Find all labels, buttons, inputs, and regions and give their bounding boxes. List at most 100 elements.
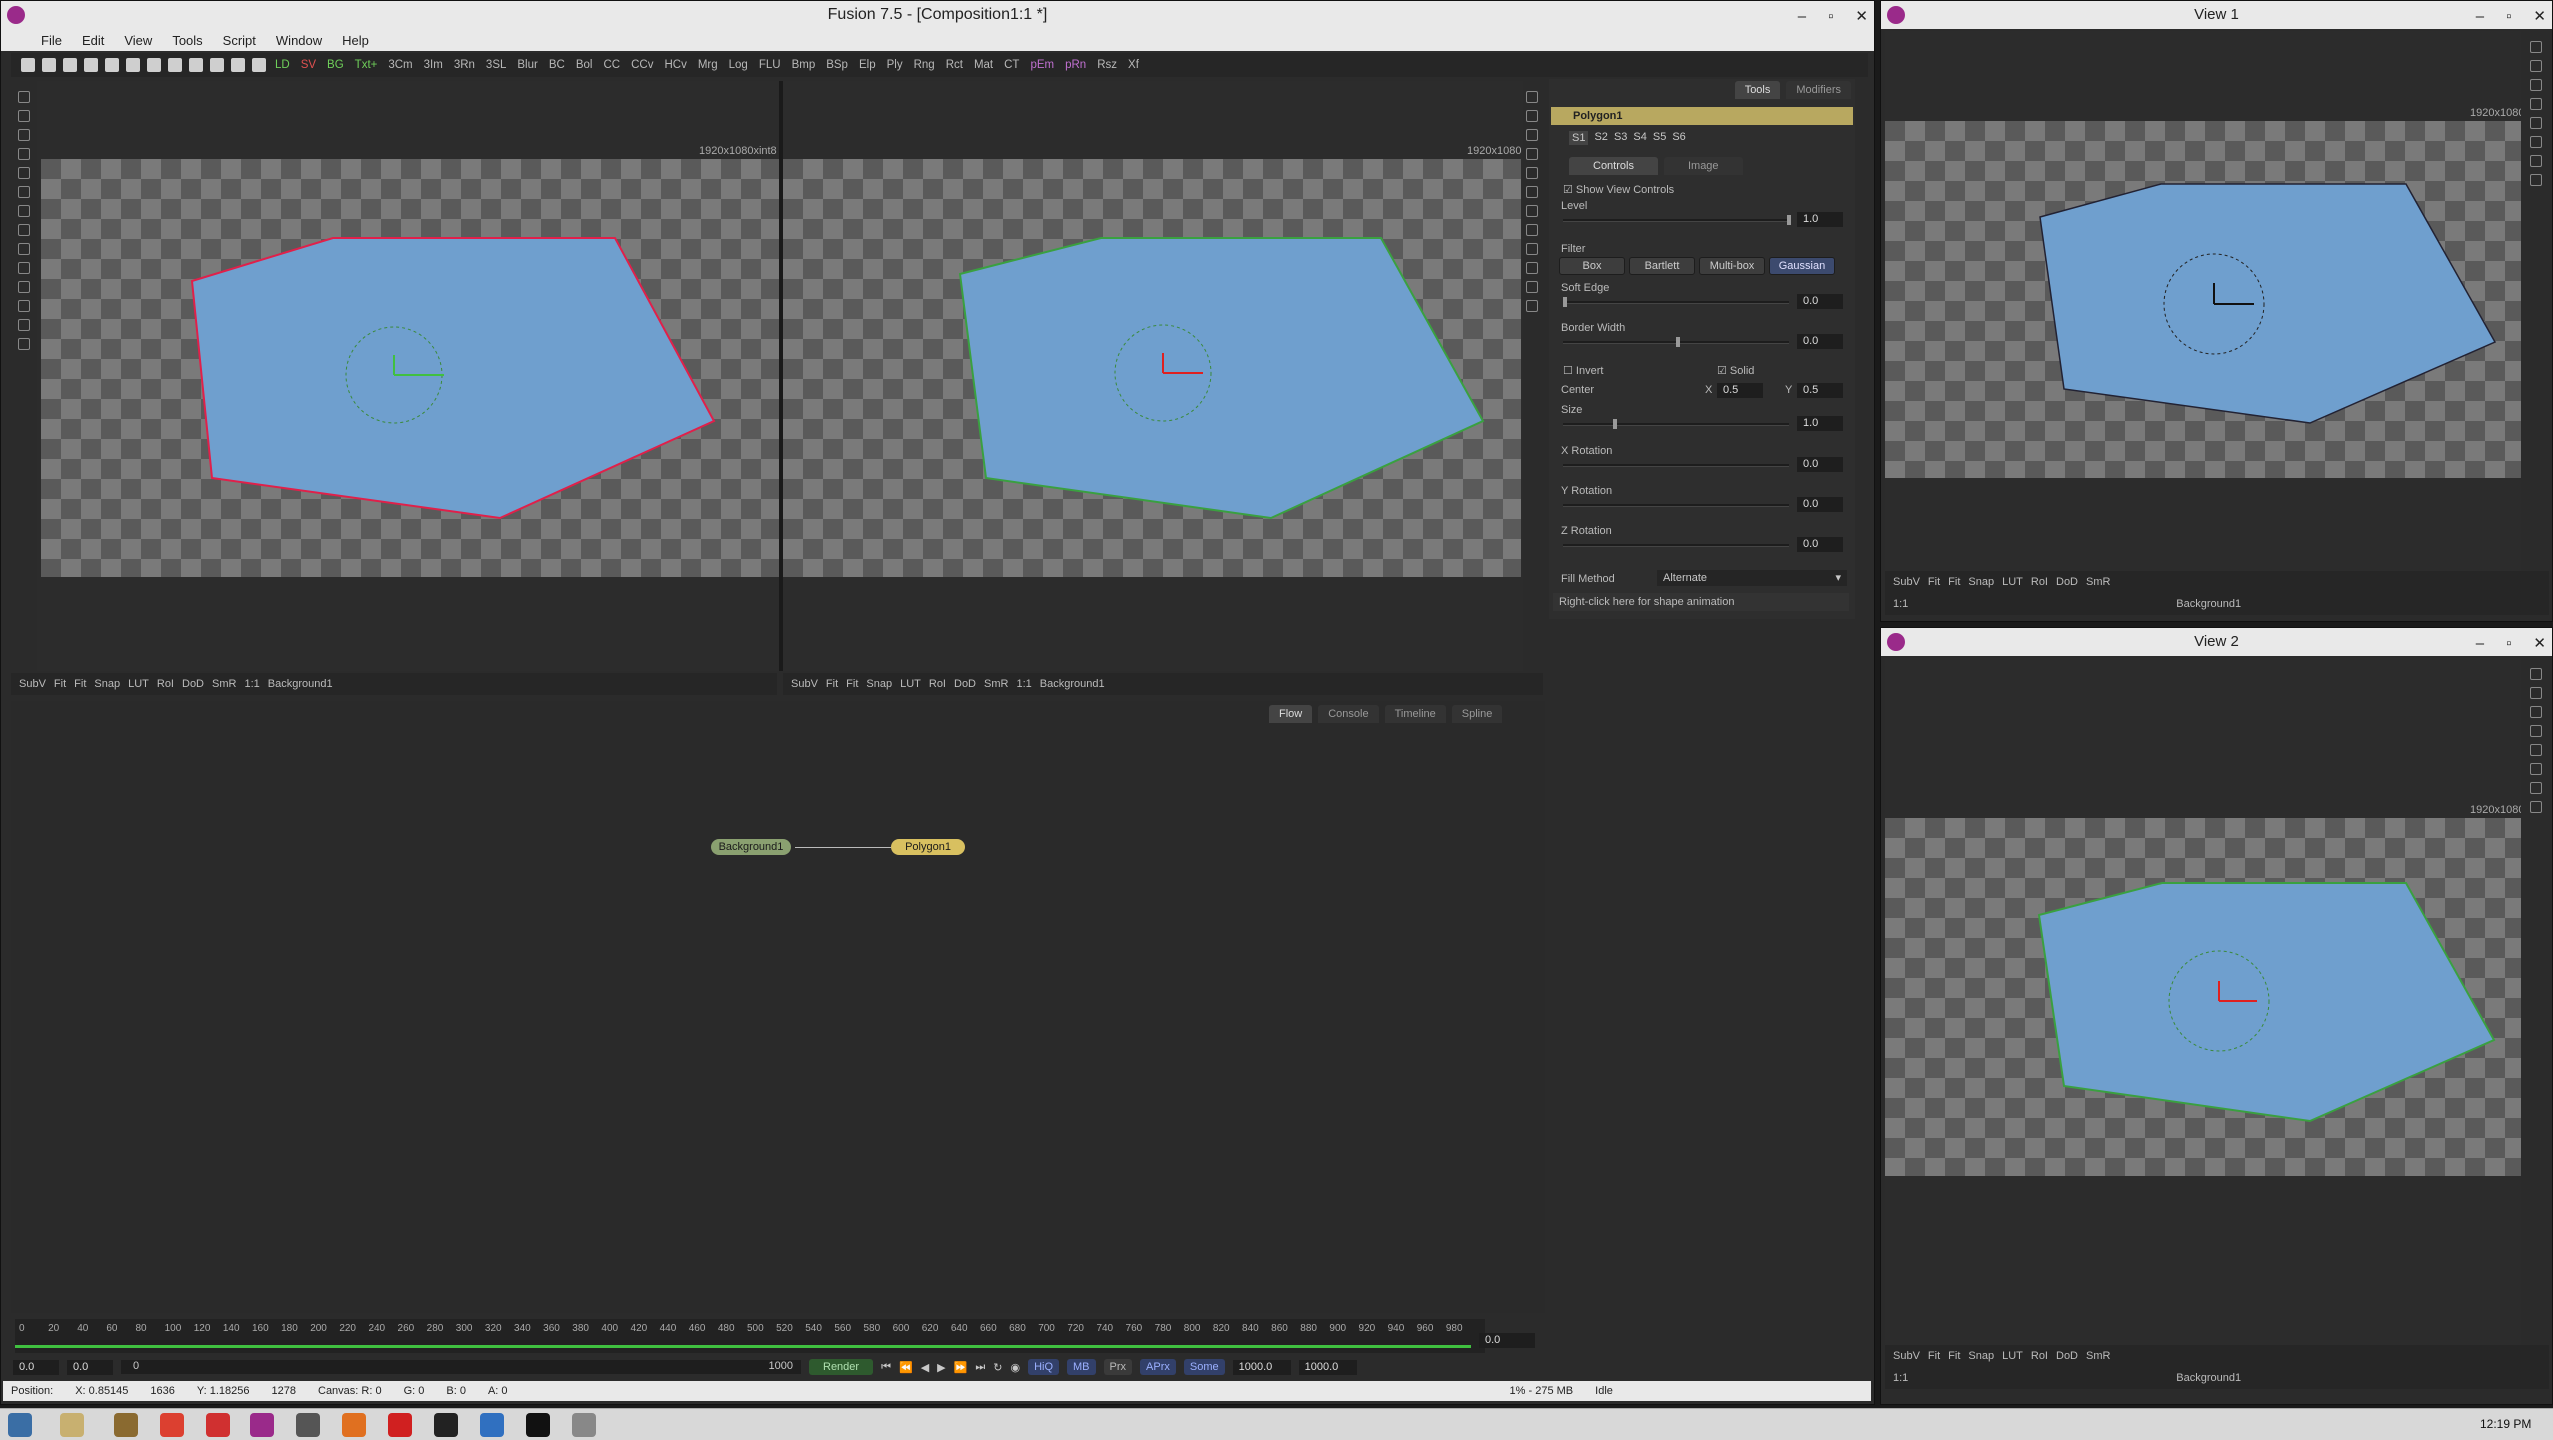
app-icon[interactable] xyxy=(434,1413,458,1437)
view2-viewer[interactable]: 1920x1080 xyxy=(1885,658,2521,1348)
toolbar-button-bc[interactable]: BC xyxy=(545,57,569,73)
roi-button[interactable]: RoI xyxy=(2031,1350,2048,1362)
toolbar-button-3sl[interactable]: 3SL xyxy=(482,57,510,73)
polygon-icon[interactable] xyxy=(18,186,30,198)
select-icon[interactable] xyxy=(2530,706,2542,718)
polygon-icon[interactable] xyxy=(1526,186,1538,198)
filter-multibox-button[interactable]: Multi-box xyxy=(1699,257,1765,275)
z-rotation-slider[interactable] xyxy=(1563,544,1789,547)
pen-icon[interactable] xyxy=(1526,110,1538,122)
select-icon[interactable] xyxy=(2530,79,2542,91)
terminal-icon[interactable] xyxy=(526,1413,550,1437)
shape-tab-s6[interactable]: S6 xyxy=(1672,131,1685,145)
viewer-source-dropdown[interactable]: Background1 xyxy=(268,678,333,690)
snap-dropdown[interactable]: Snap xyxy=(94,678,120,690)
save-icon[interactable] xyxy=(63,58,77,72)
toolbar-button-elp[interactable]: Elp xyxy=(855,57,880,73)
subview-dropdown[interactable]: SubV xyxy=(19,678,46,690)
tab-modifiers[interactable]: Modifiers xyxy=(1786,81,1851,99)
mb-button[interactable]: MB xyxy=(1067,1359,1096,1375)
explorer-icon[interactable] xyxy=(60,1413,84,1437)
app-icon[interactable] xyxy=(572,1413,596,1437)
toolbar-button-blur[interactable]: Blur xyxy=(513,57,541,73)
fit-button[interactable]: Fit xyxy=(1928,576,1940,588)
flow-node-polygon[interactable]: Polygon1 xyxy=(891,839,965,855)
aprx-button[interactable]: APrx xyxy=(1140,1359,1176,1375)
invert-checkbox[interactable]: ☐ Invert xyxy=(1563,364,1603,377)
subview-dropdown[interactable]: SubV xyxy=(1893,1350,1920,1362)
tool-header[interactable]: Polygon1 xyxy=(1551,107,1853,125)
tab-spline[interactable]: Spline xyxy=(1451,705,1503,723)
toolbar-button-3im[interactable]: 3Im xyxy=(420,57,447,73)
new-icon[interactable] xyxy=(21,58,35,72)
subview-dropdown[interactable]: SubV xyxy=(1893,576,1920,588)
bezier-icon[interactable] xyxy=(18,224,30,236)
maximize-button[interactable]: ▫ xyxy=(2506,630,2511,658)
flow-panel[interactable]: Flow Console Timeline Spline Background1… xyxy=(11,701,1545,1313)
center-x-value[interactable]: 0.5 xyxy=(1717,383,1763,398)
shape-tab-s1[interactable]: S1 xyxy=(1569,131,1589,145)
copy-icon[interactable] xyxy=(105,58,119,72)
level-value[interactable]: 1.0 xyxy=(1797,212,1843,227)
y-rotation-slider[interactable] xyxy=(1563,504,1789,507)
smooth-icon[interactable] xyxy=(18,262,30,274)
tab-flow[interactable]: Flow xyxy=(1269,705,1313,723)
soft-edge-value[interactable]: 0.0 xyxy=(1797,294,1843,309)
show-view-controls-checkbox[interactable]: ☑ Show View Controls xyxy=(1563,183,1674,196)
fill-method-dropdown[interactable]: Alternate ▾ xyxy=(1657,570,1847,586)
roi-button[interactable]: RoI xyxy=(157,678,174,690)
publish-icon[interactable] xyxy=(18,319,30,331)
bspline-icon[interactable] xyxy=(18,205,30,217)
close-button[interactable]: ✕ xyxy=(1855,3,1868,31)
toolbar-button-ct[interactable]: CT xyxy=(1000,57,1023,73)
select-icon[interactable] xyxy=(18,129,30,141)
dod-button[interactable]: DoD xyxy=(2056,1350,2078,1362)
view2-polygon[interactable] xyxy=(1885,658,2521,1348)
fit-button[interactable]: Fit xyxy=(1948,1350,1960,1362)
polygon-shape-left[interactable] xyxy=(37,81,779,671)
filter-box-button[interactable]: Box xyxy=(1559,257,1625,275)
play-reverse-icon[interactable]: ◀ xyxy=(921,1361,929,1374)
delete-point-icon[interactable] xyxy=(1526,300,1538,312)
toolbar-button-bol[interactable]: Bol xyxy=(572,57,597,73)
fit-button[interactable]: Fit xyxy=(1948,576,1960,588)
close-button[interactable]: ✕ xyxy=(2533,630,2546,658)
z-rotation-value[interactable]: 0.0 xyxy=(1797,537,1843,552)
minimize-button[interactable]: – xyxy=(1798,3,1806,31)
toolbar-button-hcv[interactable]: HCv xyxy=(660,57,690,73)
linear-icon[interactable] xyxy=(1526,281,1538,293)
shape-tab-s2[interactable]: S2 xyxy=(1594,131,1607,145)
bspline-icon[interactable] xyxy=(2530,155,2542,167)
toolbar-button-flu[interactable]: FLU xyxy=(755,57,785,73)
pen-icon[interactable] xyxy=(18,110,30,122)
some-button[interactable]: Some xyxy=(1183,1359,1225,1375)
pointer-icon[interactable] xyxy=(2530,668,2542,680)
border-width-value[interactable]: 0.0 xyxy=(1797,334,1843,349)
ratio-button[interactable]: 1:1 xyxy=(1893,598,1908,610)
dod-button[interactable]: DoD xyxy=(954,678,976,690)
center-y-value[interactable]: 0.5 xyxy=(1797,383,1843,398)
toolbar-button-cc[interactable]: CC xyxy=(599,57,624,73)
toolbar-button-ld[interactable]: LD xyxy=(271,57,294,73)
smr-button[interactable]: SmR xyxy=(212,678,236,690)
lut-dropdown[interactable]: LUT xyxy=(2002,1350,2023,1362)
roto-assist-icon[interactable] xyxy=(18,338,30,350)
undo-icon[interactable] xyxy=(147,58,161,72)
paste-icon[interactable] xyxy=(126,58,140,72)
ratio-button[interactable]: 1:1 xyxy=(244,678,259,690)
go-end-icon[interactable]: ⏭ xyxy=(975,1361,985,1374)
tab-console[interactable]: Console xyxy=(1318,705,1379,723)
bezier-icon[interactable] xyxy=(1526,224,1538,236)
global-start-field[interactable]: 0.0 xyxy=(13,1359,59,1375)
viewer-left[interactable]: 1920x1080xint8 xyxy=(37,81,779,671)
global-end-field[interactable]: 1000.0 xyxy=(1298,1359,1357,1375)
blender-icon[interactable] xyxy=(342,1413,366,1437)
pointer-icon[interactable] xyxy=(2530,41,2542,53)
zoom-icon[interactable] xyxy=(1526,167,1538,179)
toolbar-button-mat[interactable]: Mat xyxy=(970,57,997,73)
menu-view[interactable]: View xyxy=(124,33,152,48)
menu-edit[interactable]: Edit xyxy=(82,33,104,48)
viewer-source-dropdown[interactable]: Background1 xyxy=(2176,1372,2241,1384)
current-time-field[interactable]: 0.0 xyxy=(1479,1333,1535,1348)
step-back-icon[interactable]: ⏪ xyxy=(899,1361,913,1374)
